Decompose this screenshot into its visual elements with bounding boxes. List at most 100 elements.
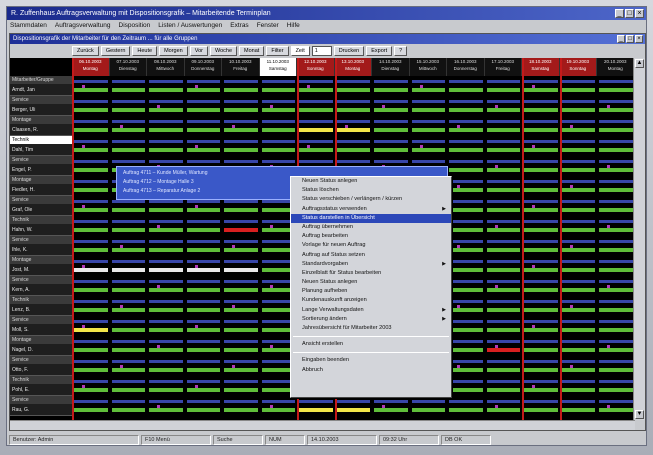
status-bar-planned[interactable] (524, 360, 558, 363)
status-bar-planned[interactable] (299, 160, 333, 163)
status-bar-actual[interactable] (524, 248, 558, 252)
status-bar-planned[interactable] (374, 80, 408, 83)
status-bar-planned[interactable] (186, 140, 220, 143)
status-bar-actual[interactable] (224, 388, 258, 392)
status-bar-planned[interactable] (599, 300, 633, 303)
status-bar-planned[interactable] (299, 400, 333, 403)
status-bar-actual[interactable] (486, 288, 520, 292)
status-bar-actual[interactable] (449, 348, 483, 352)
status-bar-planned[interactable] (149, 140, 183, 143)
status-bar-planned[interactable] (186, 200, 220, 203)
status-bar-actual[interactable] (486, 408, 520, 412)
status-bar-actual[interactable] (336, 148, 370, 152)
status-bar-planned[interactable] (186, 100, 220, 103)
status-bar-planned[interactable] (524, 280, 558, 283)
status-bar-planned[interactable] (561, 160, 595, 163)
status-bar-actual[interactable] (224, 128, 258, 132)
status-bar-actual[interactable] (149, 388, 183, 392)
status-bar-actual[interactable] (74, 228, 108, 232)
status-bar-planned[interactable] (524, 140, 558, 143)
status-bar-planned[interactable] (224, 120, 258, 123)
status-bar-planned[interactable] (599, 240, 633, 243)
status-bar-planned[interactable] (186, 320, 220, 323)
column-header[interactable]: 09.10.2003 Donnerstag (184, 58, 222, 76)
status-bar-actual[interactable] (561, 328, 595, 332)
status-bar-planned[interactable] (486, 280, 520, 283)
scroll-up-icon[interactable]: ▲ (635, 59, 644, 68)
status-bar-actual[interactable] (561, 168, 595, 172)
status-bar-actual[interactable] (561, 128, 595, 132)
status-bar-planned[interactable] (336, 400, 370, 403)
status-bar-actual[interactable] (186, 208, 220, 212)
status-bar-planned[interactable] (74, 200, 108, 203)
employee-row-label[interactable]: Montage Fiedler, H. (10, 176, 72, 196)
status-bar-planned[interactable] (149, 120, 183, 123)
status-bar-actual[interactable] (111, 408, 145, 412)
status-bar-planned[interactable] (186, 300, 220, 303)
status-bar-actual[interactable] (111, 228, 145, 232)
status-bar-planned[interactable] (111, 300, 145, 303)
status-bar-actual[interactable] (411, 148, 445, 152)
context-menu-item[interactable]: Auftragsstatus verwenden ▶ (291, 205, 451, 214)
status-bar-actual[interactable] (524, 128, 558, 132)
status-bar-planned[interactable] (261, 80, 295, 83)
status-bar-actual[interactable] (561, 88, 595, 92)
status-bar-planned[interactable] (336, 120, 370, 123)
status-bar-planned[interactable] (149, 260, 183, 263)
status-bar-planned[interactable] (411, 80, 445, 83)
column-header[interactable]: 10.10.2003 Freitag (222, 58, 260, 76)
status-bar-actual[interactable] (74, 108, 108, 112)
status-bar-actual[interactable] (524, 108, 558, 112)
status-bar-actual[interactable] (149, 108, 183, 112)
status-bar-actual[interactable] (561, 288, 595, 292)
status-bar-actual[interactable] (224, 88, 258, 92)
status-bar-actual[interactable] (149, 308, 183, 312)
status-bar-planned[interactable] (524, 340, 558, 343)
status-bar-planned[interactable] (261, 120, 295, 123)
status-bar-planned[interactable] (74, 100, 108, 103)
status-bar-planned[interactable] (599, 220, 633, 223)
status-bar-actual[interactable] (299, 148, 333, 152)
status-bar-actual[interactable] (599, 288, 633, 292)
status-bar-planned[interactable] (599, 340, 633, 343)
column-header[interactable]: 17.10.2003 Freitag (484, 58, 522, 76)
status-bar-planned[interactable] (74, 220, 108, 223)
status-bar-planned[interactable] (111, 240, 145, 243)
context-menu-item[interactable]: Auftrag übernehmen (291, 223, 451, 232)
maximize-button[interactable]: □ (625, 9, 634, 18)
status-bar-planned[interactable] (74, 360, 108, 363)
context-menu-item[interactable]: Ansicht erstellen (291, 340, 451, 349)
status-bar-actual[interactable] (224, 268, 258, 272)
status-bar-planned[interactable] (299, 100, 333, 103)
status-bar-planned[interactable] (561, 140, 595, 143)
status-bar-planned[interactable] (449, 320, 483, 323)
status-bar-actual[interactable] (486, 188, 520, 192)
status-bar-planned[interactable] (74, 240, 108, 243)
status-bar-actual[interactable] (486, 308, 520, 312)
vertical-scrollbar[interactable]: ▲ ▼ (633, 58, 645, 420)
status-bar-planned[interactable] (111, 200, 145, 203)
status-bar-actual[interactable] (486, 228, 520, 232)
status-bar-actual[interactable] (599, 128, 633, 132)
status-bar-actual[interactable] (224, 108, 258, 112)
status-bar-actual[interactable] (186, 228, 220, 232)
status-bar-actual[interactable] (261, 88, 295, 92)
context-menu-item[interactable]: Auftrag bearbeiten (291, 232, 451, 241)
toolbar-button-vor[interactable]: Vor (189, 45, 208, 56)
status-bar-actual[interactable] (224, 368, 258, 372)
status-bar-actual[interactable] (111, 268, 145, 272)
status-bar-planned[interactable] (261, 160, 295, 163)
status-bar-actual[interactable] (74, 148, 108, 152)
employee-row-label[interactable]: Technik Pohl, E. (10, 376, 72, 396)
status-bar-planned[interactable] (524, 400, 558, 403)
status-bar-actual[interactable] (74, 368, 108, 372)
scroll-down-icon[interactable]: ▼ (635, 410, 644, 419)
status-bar-actual[interactable] (599, 88, 633, 92)
status-bar-actual[interactable] (524, 228, 558, 232)
status-bar-planned[interactable] (411, 120, 445, 123)
status-bar-planned[interactable] (74, 180, 108, 183)
status-bar-actual[interactable] (599, 368, 633, 372)
schedule-grid[interactable]: 06.10.2003 Montag 07.10.2003 Dienstag 08.10.… (10, 58, 635, 420)
status-bar-planned[interactable] (486, 400, 520, 403)
status-bar-planned[interactable] (111, 220, 145, 223)
